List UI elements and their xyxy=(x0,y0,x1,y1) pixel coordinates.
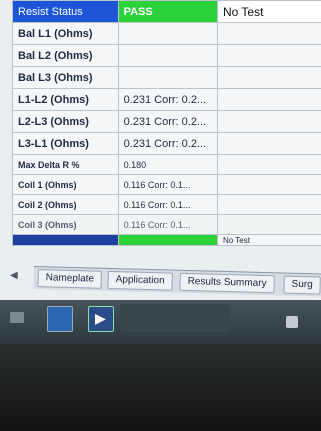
value-cell xyxy=(216,44,321,67)
value-cell xyxy=(216,154,321,175)
status-notest-cell: No Test xyxy=(216,0,321,23)
start-icon[interactable] xyxy=(10,312,24,323)
value-cell xyxy=(216,194,321,215)
table-row: Coil 3 (Ohms) 0.116 Corr: 0.1... xyxy=(12,214,321,235)
value-cell xyxy=(216,214,321,235)
table-row: Bal L2 (Ohms) xyxy=(12,44,321,67)
video-icon[interactable] xyxy=(47,306,73,332)
taskbar: ▶ xyxy=(0,300,321,344)
status-pass-cell xyxy=(117,234,218,246)
scroll-left-icon[interactable]: ◀ xyxy=(10,270,18,281)
app-screen: Resist Status PASS No Test Bal L1 (Ohms)… xyxy=(0,0,321,300)
tab-results-summary[interactable]: Results Summary xyxy=(179,272,275,294)
monitor-bezel xyxy=(0,344,321,431)
table-row: No Test xyxy=(12,234,321,246)
tab-bar: Nameplate Application Results Summary Su… xyxy=(33,266,321,298)
table-row: Bal L1 (Ohms) xyxy=(12,22,321,45)
value-cell: 0.180 xyxy=(117,154,218,175)
row-label: Bal L1 (Ohms) xyxy=(12,22,119,45)
value-cell xyxy=(216,110,321,133)
value-cell xyxy=(117,66,218,89)
tab-application[interactable]: Application xyxy=(107,270,173,291)
row-label: Bal L2 (Ohms) xyxy=(12,44,119,67)
row-label xyxy=(12,234,119,246)
lock-icon[interactable] xyxy=(286,316,298,328)
status-notest-cell: No Test xyxy=(216,234,321,246)
value-cell xyxy=(216,66,321,89)
status-pass-cell: PASS xyxy=(117,0,218,23)
value-cell: 0.116 Corr: 0.1... xyxy=(117,174,218,195)
table-row: Resist Status PASS No Test xyxy=(12,0,321,23)
table-row: L1-L2 (Ohms) 0.231 Corr: 0.2... xyxy=(12,88,321,111)
tab-nameplate[interactable]: Nameplate xyxy=(37,269,103,289)
row-label: L2-L3 (Ohms) xyxy=(12,110,119,133)
value-cell xyxy=(216,22,321,45)
table-row: Coil 2 (Ohms) 0.116 Corr: 0.1... xyxy=(12,194,321,215)
tab-surge[interactable]: Surg xyxy=(283,275,321,295)
value-cell xyxy=(216,174,321,195)
row-label: Max Delta R % xyxy=(12,154,119,175)
value-cell: 0.231 Corr: 0.2... xyxy=(117,110,218,133)
row-label: Coil 1 (Ohms) xyxy=(12,174,119,195)
value-cell xyxy=(216,88,321,111)
table-row: Coil 1 (Ohms) 0.116 Corr: 0.1... xyxy=(12,174,321,195)
row-label: L3-L1 (Ohms) xyxy=(12,132,119,155)
value-cell xyxy=(117,44,218,67)
value-cell xyxy=(117,22,218,45)
table-row: L3-L1 (Ohms) 0.231 Corr: 0.2... xyxy=(12,132,321,155)
media-player-icon[interactable]: ▶ xyxy=(88,306,114,332)
row-label: Bal L3 (Ohms) xyxy=(12,66,119,89)
row-label: Resist Status xyxy=(12,0,119,23)
table-row: L2-L3 (Ohms) 0.231 Corr: 0.2... xyxy=(12,110,321,133)
value-cell: 0.231 Corr: 0.2... xyxy=(117,88,218,111)
table-row: Max Delta R % 0.180 xyxy=(12,154,321,175)
value-cell: 0.116 Corr: 0.1... xyxy=(117,214,218,235)
value-cell: 0.116 Corr: 0.1... xyxy=(117,194,218,215)
value-cell xyxy=(216,132,321,155)
table-row: Bal L3 (Ohms) xyxy=(12,66,321,89)
row-label: L1-L2 (Ohms) xyxy=(12,88,119,111)
row-label: Coil 3 (Ohms) xyxy=(12,214,119,235)
results-table: Resist Status PASS No Test Bal L1 (Ohms)… xyxy=(12,0,321,246)
taskbar-window-button[interactable] xyxy=(120,304,230,332)
value-cell: 0.231 Corr: 0.2... xyxy=(117,132,218,155)
row-label: Coil 2 (Ohms) xyxy=(12,194,119,215)
